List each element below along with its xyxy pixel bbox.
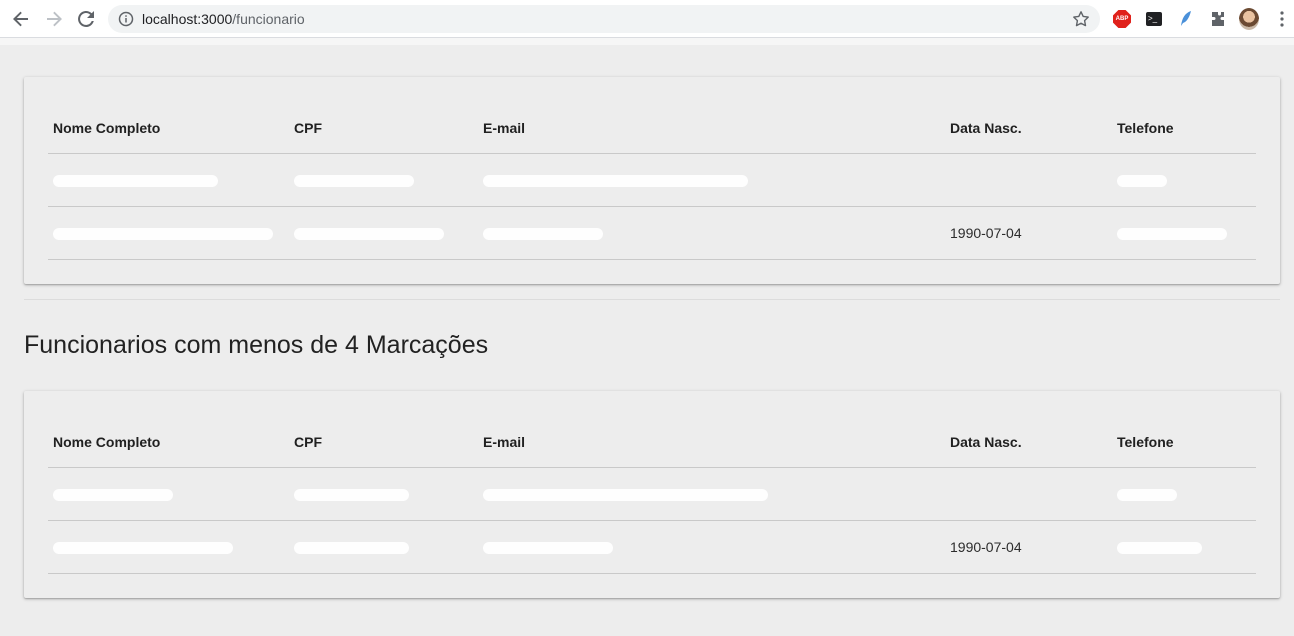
cell-cpf — [289, 206, 478, 260]
cell-cpf — [289, 153, 478, 207]
cell-email — [478, 153, 945, 207]
browser-toolbar: localhost:3000/funcionario ABP >_ — [0, 0, 1294, 38]
redaction-mark — [483, 174, 748, 187]
redaction-mark — [294, 174, 414, 187]
redaction-mark — [53, 541, 233, 554]
cell-cpf — [289, 467, 478, 521]
abp-extension-icon[interactable]: ABP — [1112, 9, 1132, 29]
redaction-mark — [294, 541, 409, 554]
section-divider — [24, 299, 1280, 300]
few-appointments-table-card: Nome Completo CPF E-mail Data Nasc. Tele… — [24, 391, 1280, 598]
redaction-mark — [294, 488, 409, 501]
feather-extension-icon[interactable] — [1176, 9, 1196, 29]
url-text: localhost:3000/funcionario — [142, 11, 305, 27]
few-appointments-table: Nome Completo CPF E-mail Data Nasc. Tele… — [48, 417, 1256, 574]
puzzle-extensions-icon[interactable] — [1208, 9, 1228, 29]
column-header-name[interactable]: Nome Completo — [48, 103, 289, 154]
terminal-extension-icon[interactable]: >_ — [1144, 9, 1164, 29]
column-header-email[interactable]: E-mail — [478, 103, 945, 154]
column-header-birth[interactable]: Data Nasc. — [945, 103, 1112, 154]
table-row[interactable]: 1990-07-04 — [48, 206, 1256, 260]
cell-birth — [945, 467, 1112, 521]
cell-email — [478, 520, 945, 574]
redaction-mark — [1117, 488, 1177, 501]
employees-table: Nome Completo CPF E-mail Data Nasc. Tele… — [48, 103, 1256, 260]
reload-icon[interactable] — [74, 7, 98, 31]
redaction-mark — [483, 488, 768, 501]
cell-name — [48, 206, 289, 260]
page-top-strip — [0, 38, 1294, 45]
redaction-mark — [294, 227, 444, 240]
cell-phone — [1112, 153, 1256, 207]
url-host: localhost:3000 — [142, 11, 233, 27]
cell-birth: 1990-07-04 — [945, 206, 1112, 260]
redaction-mark — [1117, 541, 1202, 554]
cell-birth — [945, 153, 1112, 207]
cell-phone — [1112, 206, 1256, 260]
cell-birth: 1990-07-04 — [945, 520, 1112, 574]
column-header-cpf[interactable]: CPF — [289, 417, 478, 468]
table-row[interactable] — [48, 153, 1256, 207]
table-row[interactable]: 1990-07-04 — [48, 520, 1256, 574]
section-title: Funcionarios com menos de 4 Marcações — [24, 331, 489, 359]
employees-table-card: Nome Completo CPF E-mail Data Nasc. Tele… — [24, 77, 1280, 284]
table-header-row: Nome Completo CPF E-mail Data Nasc. Tele… — [48, 103, 1256, 154]
redaction-mark — [53, 227, 273, 240]
table-header-row: Nome Completo CPF E-mail Data Nasc. Tele… — [48, 417, 1256, 468]
address-bar[interactable]: localhost:3000/funcionario — [108, 5, 1100, 33]
redaction-mark — [53, 488, 173, 501]
column-header-phone[interactable]: Telefone — [1112, 417, 1256, 468]
cell-email — [478, 206, 945, 260]
redaction-mark — [483, 227, 603, 240]
cell-name — [48, 520, 289, 574]
bookmark-star-icon[interactable] — [1072, 10, 1090, 33]
cell-phone — [1112, 520, 1256, 574]
cell-cpf — [289, 520, 478, 574]
column-header-email[interactable]: E-mail — [478, 417, 945, 468]
redaction-mark — [1117, 227, 1227, 240]
column-header-birth[interactable]: Data Nasc. — [945, 417, 1112, 468]
profile-avatar[interactable] — [1239, 8, 1259, 30]
cell-name — [48, 153, 289, 207]
cell-email — [478, 467, 945, 521]
column-header-cpf[interactable]: CPF — [289, 103, 478, 154]
redaction-mark — [53, 174, 218, 187]
redaction-mark — [1117, 174, 1167, 187]
forward-arrow-icon[interactable] — [42, 7, 66, 31]
redaction-mark — [483, 541, 613, 554]
cell-phone — [1112, 467, 1256, 521]
menu-kebab-icon[interactable] — [1272, 9, 1292, 29]
column-header-name[interactable]: Nome Completo — [48, 417, 289, 468]
column-header-phone[interactable]: Telefone — [1112, 103, 1256, 154]
url-path: /funcionario — [232, 11, 305, 27]
back-arrow-icon[interactable] — [9, 7, 33, 31]
cell-name — [48, 467, 289, 521]
info-icon[interactable] — [118, 11, 134, 32]
table-row[interactable] — [48, 467, 1256, 521]
